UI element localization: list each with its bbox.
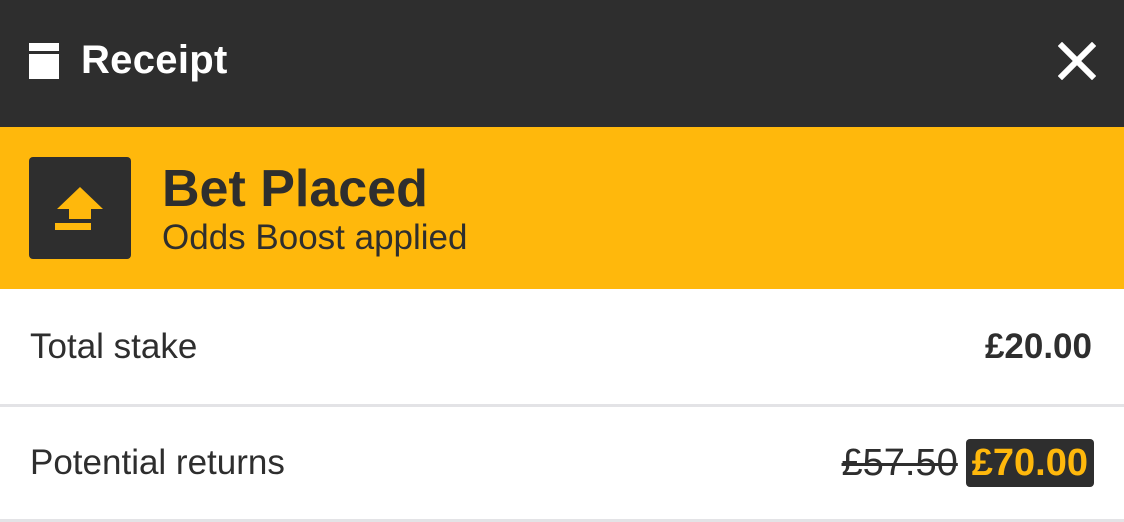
bet-placed-title: Bet Placed (162, 160, 428, 218)
odds-boost-icon (55, 187, 103, 230)
total-stake-value: £20.00 (984, 326, 1092, 366)
potential-returns-values: £57.50 £70.00 (842, 439, 1094, 487)
original-returns-value: £57.50 (841, 441, 958, 484)
receipt-header: Receipt (0, 0, 1124, 127)
boosted-returns-value: £70.00 (965, 439, 1094, 487)
potential-returns-row: Potential returns £57.50 £70.00 (0, 407, 1124, 522)
potential-returns-label: Potential returns (30, 443, 285, 482)
close-icon (1058, 42, 1096, 80)
close-button[interactable] (1058, 42, 1096, 80)
total-stake-label: Total stake (30, 326, 198, 366)
receipt-icon (29, 43, 59, 79)
bet-placed-banner: Bet Placed Odds Boost applied (0, 127, 1124, 289)
total-stake-row: Total stake £20.00 (0, 289, 1124, 407)
odds-boost-badge (29, 157, 131, 259)
page-title: Receipt (81, 38, 228, 82)
odds-boost-subtitle: Odds Boost applied (162, 218, 468, 257)
